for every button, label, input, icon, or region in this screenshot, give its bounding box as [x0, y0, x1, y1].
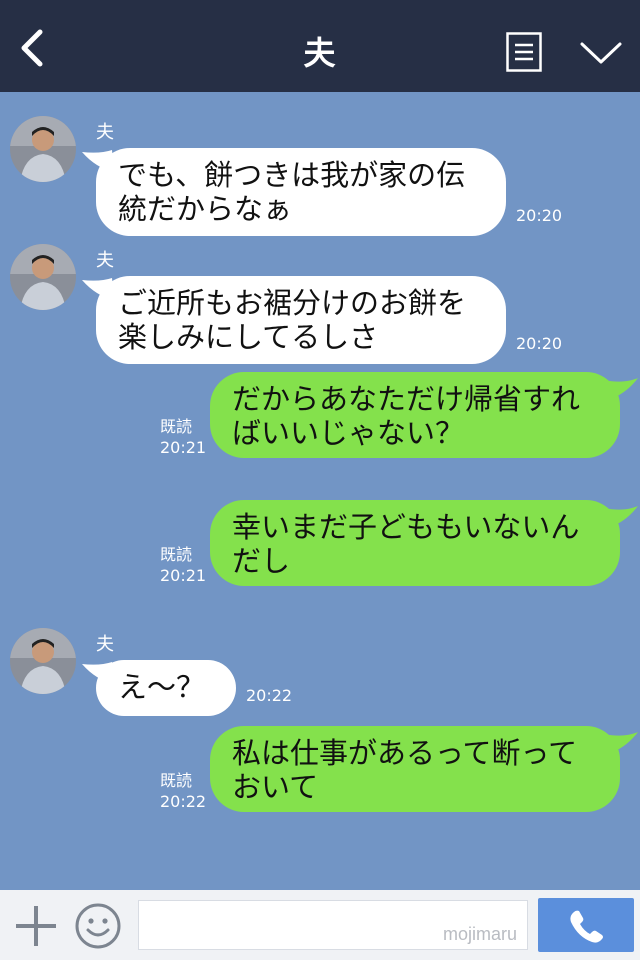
message-bubble[interactable]: だからあなただけ帰省すれ ばいいじゃない？ [210, 372, 620, 458]
call-button[interactable] [538, 898, 634, 952]
sender-name: 夫 [96, 634, 114, 655]
message-line: ご近所もお裾分けのお餅を [118, 286, 467, 320]
chat-header: 夫 [0, 0, 640, 92]
message-bubble[interactable]: でも、餅つきは我が家の伝 統だからなぁ [96, 148, 506, 236]
avatar-photo [10, 116, 76, 182]
message-time: 20:21 [160, 438, 207, 457]
watermark-text: mojimaru [442, 924, 517, 944]
message-bubble[interactable]: 私は仕事があるって断って おいて [210, 726, 620, 812]
list-icon[interactable] [506, 32, 542, 72]
read-receipt: 既読 20:21 [160, 416, 206, 458]
message-line: だからあなただけ帰省すれ [232, 382, 581, 416]
read-receipt: 既読 20:21 [160, 544, 206, 586]
message-line: でも、餅つきは我が家の伝 [118, 158, 466, 192]
message-line: え〜？ [118, 670, 206, 704]
read-label: 既読 [160, 771, 193, 790]
chat-title: 夫 [303, 34, 337, 72]
message-line: だし [232, 544, 291, 578]
read-label: 既読 [160, 417, 193, 436]
message-bubble[interactable]: 幸いまだ子どももいないん だし [210, 500, 620, 586]
avatar-photo [10, 628, 76, 694]
bubble-tail [604, 506, 638, 528]
chevron-down-icon[interactable] [578, 38, 624, 68]
bubble-tail [604, 378, 638, 400]
message-line: おいて [232, 770, 319, 804]
message-time: 20:22 [246, 686, 293, 705]
avatar[interactable] [10, 244, 76, 310]
read-receipt: 既読 20:22 [160, 770, 206, 812]
message-time: 20:21 [160, 566, 207, 585]
bubble-tail [604, 732, 638, 754]
message-line: 統だからなぁ [118, 192, 293, 226]
sender-name: 夫 [96, 250, 114, 271]
avatar[interactable] [10, 116, 76, 182]
sender-name: 夫 [96, 122, 114, 143]
avatar[interactable] [10, 628, 76, 694]
plus-icon[interactable] [14, 904, 58, 948]
smiley-icon[interactable] [74, 902, 122, 950]
message-bubble[interactable]: え〜？ [96, 660, 236, 716]
message-bubble[interactable]: ご近所もお裾分けのお餅を 楽しみにしてるしさ [96, 276, 506, 364]
message-input[interactable]: mojimaru [138, 900, 528, 950]
message-line: 幸いまだ子どももいないん [232, 510, 580, 544]
read-label: 既読 [160, 545, 193, 564]
message-line: ばいいじゃない？ [232, 416, 465, 450]
message-time: 20:22 [160, 792, 207, 811]
message-time: 20:20 [516, 334, 563, 353]
message-time: 20:20 [516, 206, 563, 225]
chat-area[interactable]: 夫 でも、餅つきは我が家の伝 統だからなぁ 20:20 夫 ご近所もお裾分けのお… [0, 92, 640, 890]
avatar-photo [10, 244, 76, 310]
message-line: 楽しみにしてるしさ [118, 320, 379, 354]
phone-icon [570, 910, 603, 943]
input-bar: mojimaru [0, 890, 640, 960]
message-line: 私は仕事があるって断って [232, 736, 578, 770]
